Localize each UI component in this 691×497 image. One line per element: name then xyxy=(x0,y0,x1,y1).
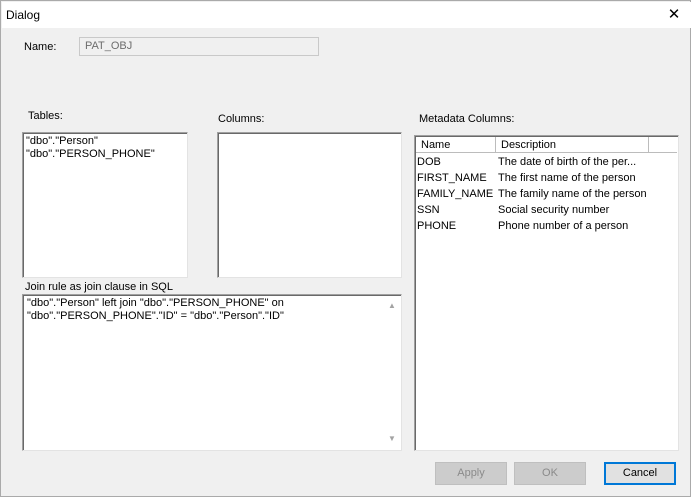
apply-button[interactable]: Apply xyxy=(435,462,507,485)
metadata-header-row: Name Description xyxy=(416,137,677,153)
join-rule-scrollbar[interactable]: ▲ ▼ xyxy=(384,296,400,449)
list-item[interactable]: "dbo"."PERSON_PHONE" xyxy=(26,148,155,160)
row-name: FAMILY_NAME xyxy=(417,188,494,200)
row-name: PHONE xyxy=(417,220,457,232)
join-rule-label: Join rule as join clause in SQL xyxy=(25,281,173,293)
join-rule-textarea[interactable]: "dbo"."Person" left join "dbo"."PERSON_P… xyxy=(22,294,402,451)
column-header-description[interactable]: Description xyxy=(496,137,649,153)
scroll-up-arrow-icon[interactable]: ▲ xyxy=(384,298,400,314)
list-item[interactable]: "dbo"."Person" xyxy=(26,135,98,147)
name-field[interactable]: PAT_OBJ xyxy=(79,37,319,56)
columns-listbox[interactable] xyxy=(217,132,402,278)
row-name: FIRST_NAME xyxy=(417,172,487,184)
metadata-columns-label: Metadata Columns: xyxy=(419,113,515,125)
name-label: Name: xyxy=(24,41,57,53)
row-name: DOB xyxy=(417,156,441,168)
join-rule-text: "dbo"."Person" left join "dbo"."PERSON_P… xyxy=(27,297,284,322)
tables-listbox[interactable]: "dbo"."Person" "dbo"."PERSON_PHONE" xyxy=(22,132,188,278)
metadata-columns-listview[interactable]: Name Description DOB The date of birth o… xyxy=(414,135,679,451)
close-icon[interactable]: ✕ xyxy=(663,5,685,25)
row-name: SSN xyxy=(417,204,440,216)
scroll-down-arrow-icon[interactable]: ▼ xyxy=(384,431,400,447)
title-bar: Dialog ✕ xyxy=(2,2,691,28)
ok-button[interactable]: OK xyxy=(514,462,586,485)
row-description: The date of birth of the per... xyxy=(498,156,637,168)
dialog-title: Dialog xyxy=(6,8,41,22)
column-header-name[interactable]: Name xyxy=(416,137,496,153)
cancel-button[interactable]: Cancel xyxy=(604,462,676,485)
column-header-filler xyxy=(649,137,677,153)
row-description: Social security number xyxy=(498,204,610,216)
columns-label: Columns: xyxy=(218,113,265,125)
row-description: The first name of the person xyxy=(498,172,636,184)
row-description: The family name of the person xyxy=(498,188,647,200)
row-description: Phone number of a person xyxy=(498,220,629,232)
tables-label: Tables: xyxy=(28,110,63,122)
